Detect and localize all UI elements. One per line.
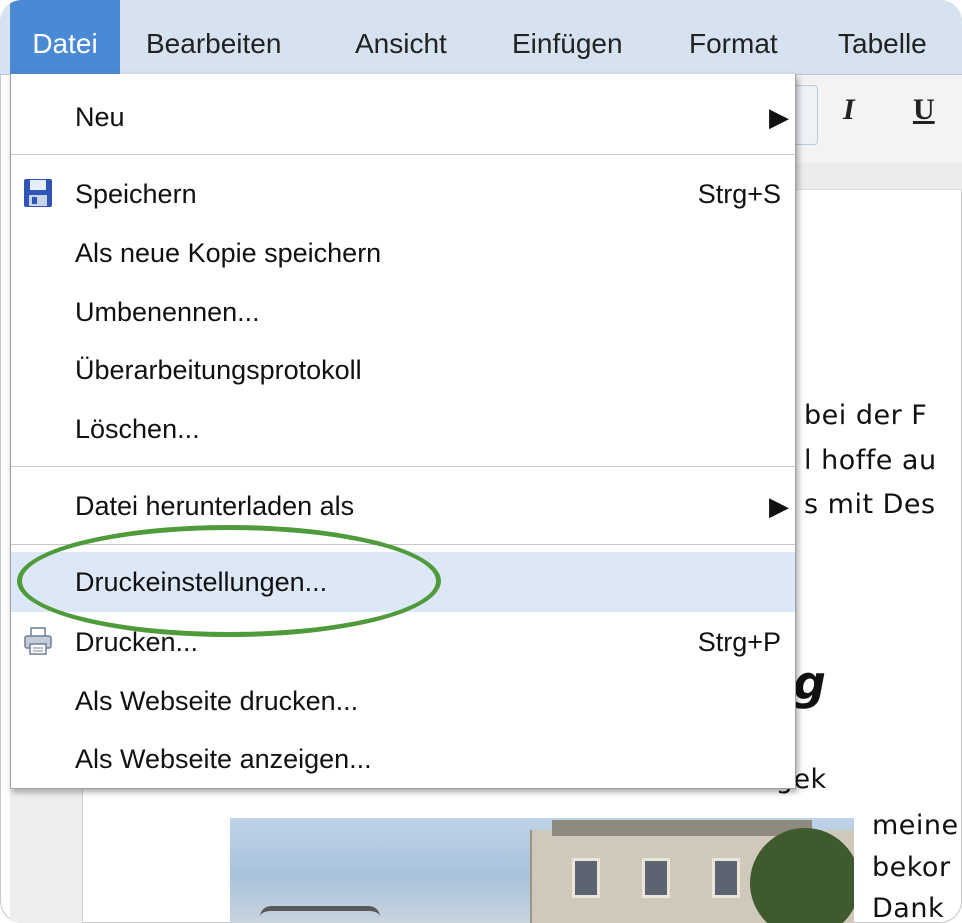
formatting-toolbar: I U — [795, 75, 962, 164]
floppy-disk-icon — [23, 178, 53, 208]
menu-item-label: Datei herunterladen als — [75, 491, 355, 521]
menu-format[interactable]: Format — [689, 0, 778, 74]
document-photo — [230, 818, 854, 923]
menu-separator — [11, 154, 795, 156]
doc-text-line: bei der F — [804, 400, 928, 431]
window — [642, 858, 670, 898]
menu-item-label: Als Webseite drucken... — [75, 686, 359, 716]
menu-item-view-webpage[interactable]: Als Webseite anzeigen... — [11, 729, 795, 787]
keyboard-shortcut: Strg+S — [697, 179, 781, 209]
menu-bar: Datei Bearbeiten Ansicht Einfügen Format… — [0, 0, 962, 75]
menu-tabelle[interactable]: Tabelle — [838, 0, 927, 74]
toolbar-dropdown-edge[interactable] — [795, 85, 818, 145]
window — [572, 858, 600, 898]
highlight-ellipse — [17, 525, 441, 637]
menu-item-rename[interactable]: Umbenennen... — [11, 282, 795, 340]
doc-text-line: l hoffe au — [804, 445, 937, 476]
menu-bearbeiten[interactable]: Bearbeiten — [146, 0, 281, 74]
submenu-arrow-icon: ▶ — [769, 102, 789, 132]
keyboard-shortcut: Strg+P — [697, 627, 781, 657]
doc-text-line: bekor — [872, 852, 951, 883]
app-window: I U bei der F l hoffe au s mit Des g Hal… — [0, 0, 962, 923]
page-edge — [82, 790, 83, 923]
menu-item-download-as[interactable]: Datei herunterladen als ▶ — [11, 476, 795, 534]
menu-datei[interactable]: Datei — [10, 0, 120, 74]
doc-text-line: Dank — [872, 893, 945, 923]
menu-item-delete[interactable]: Löschen... — [11, 399, 795, 457]
ruler — [795, 163, 962, 190]
document-margin — [10, 790, 82, 923]
submenu-arrow-icon: ▶ — [769, 491, 789, 521]
menu-einfuegen[interactable]: Einfügen — [512, 0, 623, 74]
menu-item-save[interactable]: Speichern Strg+S — [11, 164, 795, 222]
italic-button[interactable]: I — [843, 93, 855, 127]
printer-icon — [23, 626, 53, 656]
file-menu-dropdown: Neu ▶ Speichern Strg+S Als neue Kopie sp… — [10, 74, 796, 789]
menu-item-new[interactable]: Neu ▶ — [11, 87, 795, 145]
menu-item-label: Überarbeitungsprotokoll — [75, 355, 362, 385]
menu-ansicht[interactable]: Ansicht — [355, 0, 447, 74]
menu-item-label: Neu — [75, 102, 125, 132]
underline-button[interactable]: U — [913, 93, 935, 127]
doc-heading: g — [793, 656, 826, 710]
menu-item-label: Umbenennen... — [75, 297, 260, 327]
window — [712, 858, 740, 898]
menu-item-label: Löschen... — [75, 414, 200, 444]
menu-item-label: Als neue Kopie speichern — [75, 238, 382, 268]
doc-text-line: s mit Des — [804, 489, 936, 520]
menu-item-revision-history[interactable]: Überarbeitungsprotokoll — [11, 340, 795, 398]
menu-item-label: Speichern — [75, 179, 197, 209]
menu-item-save-copy[interactable]: Als neue Kopie speichern — [11, 223, 795, 281]
menu-separator — [11, 466, 795, 468]
street-lamp — [260, 906, 380, 917]
doc-text-line: meine — [872, 810, 959, 841]
menu-item-label: Als Webseite anzeigen... — [75, 744, 372, 774]
menu-item-print-webpage[interactable]: Als Webseite drucken... — [11, 671, 795, 729]
